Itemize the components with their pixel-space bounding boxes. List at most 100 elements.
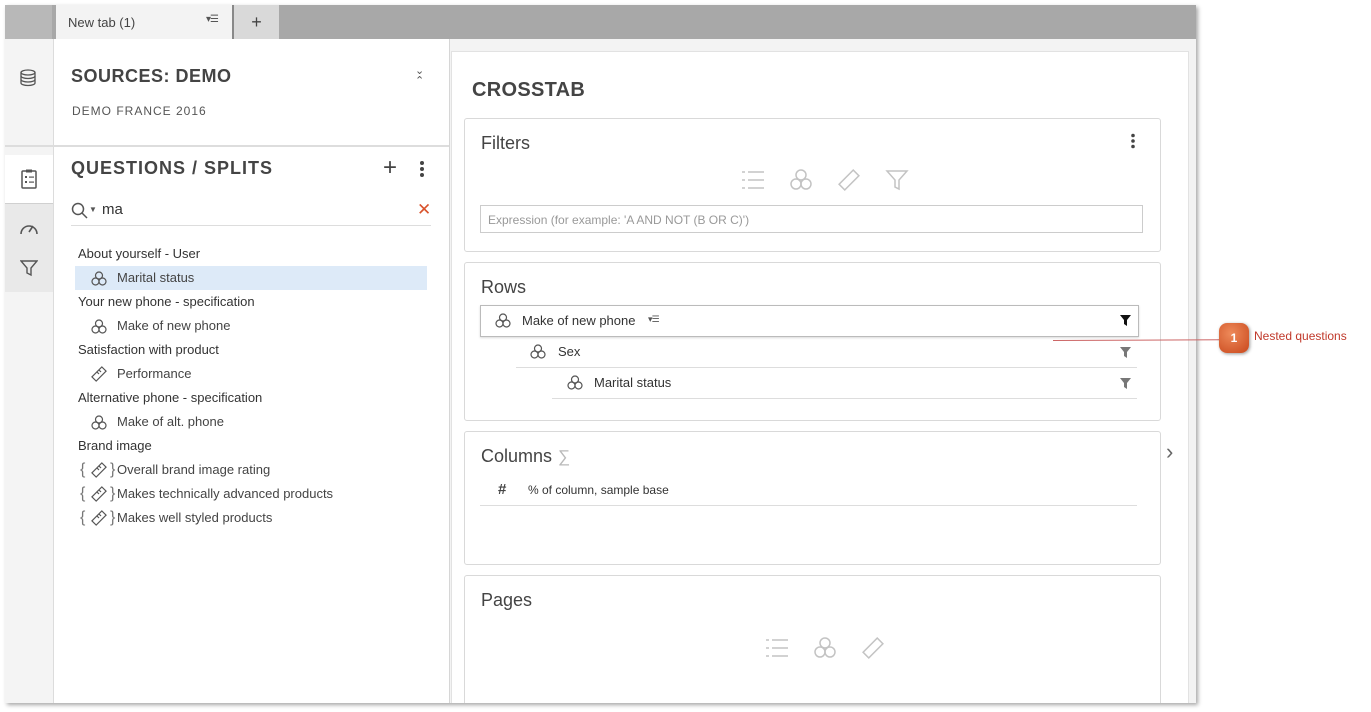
- column-item-label: % of column, sample base: [528, 483, 669, 497]
- question-item[interactable]: {} Makes technically advanced products: [75, 482, 427, 506]
- filter-expression-input[interactable]: Expression (for example: 'A AND NOT (B O…: [480, 205, 1143, 233]
- question-item[interactable]: Make of new phone: [75, 314, 427, 338]
- columns-title-text: Columns: [481, 446, 553, 466]
- row-item-make-of-new-phone[interactable]: Make of new phone ▾☰: [480, 305, 1139, 337]
- crosstab-panel: CROSSTAB Filters Expression (for example…: [451, 51, 1189, 703]
- sources-divider: [5, 145, 449, 147]
- question-item[interactable]: Marital status: [75, 266, 427, 290]
- search-icon[interactable]: [71, 202, 88, 219]
- more-vertical-icon[interactable]: [419, 160, 425, 178]
- questions-title: QUESTIONS / SPLITS: [71, 158, 274, 178]
- question-item[interactable]: Performance: [75, 362, 427, 386]
- callout-badge: 1: [1219, 323, 1249, 353]
- list-icon: [742, 171, 764, 189]
- search-options-caret-icon[interactable]: ▼: [89, 205, 97, 214]
- question-item[interactable]: {} Overall brand image rating: [75, 458, 427, 482]
- filters-title: Filters: [481, 133, 530, 153]
- clipboard-list-icon: [21, 169, 37, 189]
- rows-title: Rows: [481, 277, 527, 297]
- filter-icon: [20, 260, 38, 277]
- row-item-sex[interactable]: Sex: [516, 336, 1137, 368]
- filters-card: Filters Expression (for example: 'A AND …: [464, 118, 1161, 252]
- brace-close-icon: }: [110, 509, 116, 526]
- split-icon: [91, 270, 107, 294]
- crosstab-title: CROSSTAB: [472, 79, 586, 101]
- split-icon: [790, 169, 812, 190]
- crosstab-area: CROSSTAB Filters Expression (for example…: [450, 39, 1196, 703]
- database-icon: [20, 69, 36, 87]
- rail-filter-button[interactable]: [5, 244, 53, 292]
- brace-close-icon: }: [110, 485, 116, 502]
- split-icon: [495, 313, 511, 328]
- question-group-header[interactable]: Satisfaction with product: [75, 338, 427, 362]
- question-item-label: Performance: [117, 366, 192, 381]
- row-item-label: Make of new phone: [522, 313, 636, 328]
- split-icon: [567, 375, 583, 390]
- tab-label: New tab (1): [68, 15, 136, 30]
- split-icon: [91, 318, 107, 342]
- tab-new-tab[interactable]: New tab (1) ▾☰: [56, 5, 234, 39]
- tab-bar: New tab (1) ▾☰ +: [5, 5, 1196, 39]
- pages-card: Pages: [464, 575, 1161, 703]
- add-tab-button[interactable]: +: [234, 5, 279, 39]
- left-panel: SOURCES: DEMO DEMO FRANCE 2016 ⌄ ⌃ QUESTI…: [5, 39, 450, 703]
- gauge-icon: [20, 225, 38, 235]
- filter-funnel-icon[interactable]: [1120, 315, 1131, 326]
- side-rail: [5, 39, 54, 703]
- filters-more-icon[interactable]: [1130, 133, 1136, 149]
- row-item-label: Marital status: [594, 375, 672, 390]
- sources-title: SOURCES: DEMO: [71, 66, 232, 86]
- hash-icon: #: [498, 481, 507, 498]
- questions-list: About yourself - User Marital status Your …: [75, 242, 427, 530]
- column-item[interactable]: # % of column, sample base: [480, 477, 1137, 506]
- clear-search-button[interactable]: ✕: [417, 200, 431, 220]
- funnel-icon: [885, 170, 909, 191]
- pages-drop-icons: [765, 637, 885, 659]
- question-item-label: Make of new phone: [117, 318, 231, 333]
- split-icon: [530, 344, 546, 359]
- search-box: ▼ ✕: [71, 195, 431, 226]
- tab-bar-stub: [5, 5, 52, 39]
- sources-subtitle: DEMO FRANCE 2016: [72, 104, 207, 118]
- split-icon: [814, 637, 836, 658]
- question-item[interactable]: {} Makes well styled products: [75, 506, 427, 530]
- collapse-toggle-icon[interactable]: ⌄ ⌃: [415, 66, 424, 87]
- question-item[interactable]: Make of alt. phone: [75, 410, 427, 434]
- app-window: New tab (1) ▾☰ + SOURCES: DEMO DEMO FRAN…: [5, 5, 1196, 703]
- columns-title: Columns ∑: [481, 446, 570, 467]
- filters-drop-icons: [741, 169, 909, 191]
- brace-open-icon: {: [80, 509, 86, 526]
- chevron-right-icon[interactable]: ›: [1166, 439, 1173, 465]
- columns-card: Columns ∑ # % of column, sample base: [464, 431, 1161, 565]
- question-group-header[interactable]: About yourself - User: [75, 242, 427, 266]
- question-item-label: Makes technically advanced products: [117, 486, 334, 501]
- question-item-label: Makes well styled products: [117, 510, 273, 525]
- ruler-icon: [838, 169, 860, 191]
- row-item-label: Sex: [558, 344, 581, 359]
- question-group-header[interactable]: Brand image: [75, 434, 427, 458]
- question-group-header[interactable]: Your new phone - specification: [75, 290, 427, 314]
- add-question-button[interactable]: +: [383, 154, 397, 182]
- brace-open-icon: {: [80, 461, 86, 478]
- row-item-menu-icon[interactable]: ▾☰: [648, 314, 660, 325]
- brace-open-icon: {: [80, 485, 86, 502]
- search-input[interactable]: [102, 201, 402, 218]
- ruler-icon: [862, 637, 884, 659]
- ruler-icon: [91, 510, 107, 534]
- question-group-header[interactable]: Alternative phone - specification: [75, 386, 427, 410]
- filter-funnel-icon[interactable]: [1120, 378, 1131, 389]
- question-item-label: Overall brand image rating: [117, 462, 271, 477]
- brace-close-icon: }: [110, 461, 116, 478]
- question-item-label: Make of alt. phone: [117, 414, 224, 429]
- rail-questions-button[interactable]: [5, 155, 53, 203]
- split-icon: [91, 414, 107, 438]
- rows-card: Rows Make of new phone ▾☰ Sex Marital st…: [464, 262, 1161, 421]
- row-item-marital-status[interactable]: Marital status: [552, 367, 1137, 399]
- pages-title: Pages: [481, 590, 533, 610]
- sigma-icon[interactable]: ∑: [558, 447, 570, 466]
- callout-text: Nested questions: [1254, 329, 1347, 343]
- list-icon: [766, 639, 788, 657]
- tab-menu-icon[interactable]: ▾☰: [206, 14, 219, 25]
- ruler-icon: [91, 366, 107, 390]
- filter-funnel-icon[interactable]: [1120, 347, 1131, 358]
